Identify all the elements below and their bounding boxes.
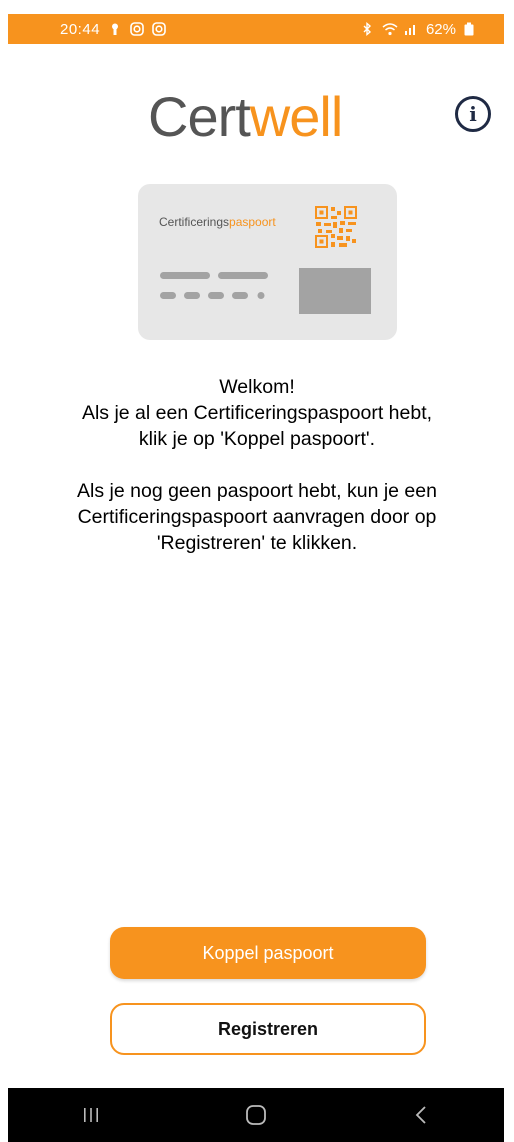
card-title: Certificeringspaspoort <box>159 215 276 229</box>
welcome-line: Certificeringspaspoort aanvragen door op <box>77 506 437 528</box>
welcome-line: 'Registreren' te klikken. <box>156 532 358 554</box>
instagram-icon <box>130 22 144 36</box>
battery-icon <box>464 22 478 36</box>
app-screen: 20:44 62% Certwell i Certificeringspaspo… <box>0 0 514 1142</box>
battery-percentage: 62% <box>425 20 456 38</box>
signal-icon <box>404 22 418 36</box>
recent-apps-icon[interactable] <box>61 1095 121 1135</box>
passport-card-illustration: Certificeringspaspoort <box>138 184 397 340</box>
koppel-paspoort-label: Koppel paspoort <box>202 942 334 963</box>
qr-code-icon <box>313 204 359 250</box>
welcome-message: Welkom! Als je al een Certificeringspasp… <box>40 374 474 556</box>
welcome-line: Als je nog geen paspoort hebt, kun je ee… <box>77 480 437 502</box>
wifi-icon <box>382 22 398 36</box>
info-icon: i <box>469 102 477 126</box>
bluetooth-icon <box>360 22 374 36</box>
info-button[interactable]: i <box>455 96 491 132</box>
welcome-line: klik je op 'Koppel paspoort'. <box>138 428 376 450</box>
instagram-icon <box>152 22 166 36</box>
status-bar: 20:44 62% <box>8 14 504 44</box>
logo-text-part2: well <box>249 85 343 148</box>
koppel-paspoort-button[interactable]: Koppel paspoort <box>110 927 426 979</box>
status-right: 62% <box>360 21 478 38</box>
back-icon[interactable] <box>391 1095 451 1135</box>
registreren-button[interactable]: Registreren <box>110 1003 426 1055</box>
card-placeholder-lines <box>160 272 280 308</box>
welcome-line: Als je al een Certificeringspaspoort heb… <box>81 402 433 424</box>
card-title-part2: paspoort <box>229 215 276 229</box>
certwell-logo: Certwell <box>148 82 388 152</box>
system-navigation-bar <box>8 1088 504 1142</box>
registreren-label: Registreren <box>217 1018 319 1039</box>
status-left: 20:44 <box>60 21 166 38</box>
logo-text-part1: Cert <box>148 85 251 148</box>
status-time: 20:44 <box>60 20 101 38</box>
keyhole-icon <box>108 22 122 36</box>
card-title-part1: Certificerings <box>159 215 230 229</box>
card-photo-placeholder <box>299 268 371 314</box>
welcome-heading: Welkom! <box>219 376 295 398</box>
home-icon[interactable] <box>226 1095 286 1135</box>
